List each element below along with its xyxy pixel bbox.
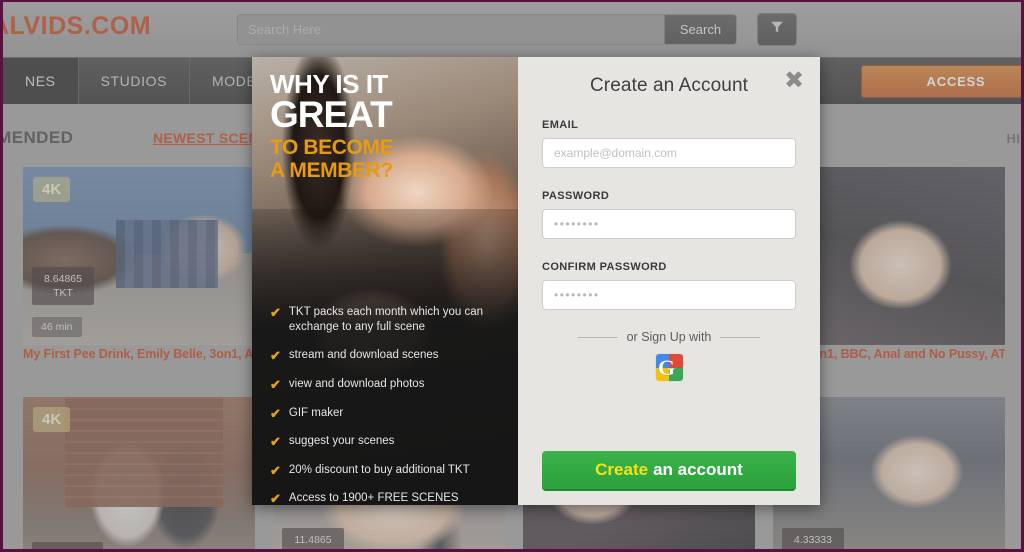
feature-label: stream and download scenes [288,349,439,362]
create-account-button[interactable]: Create an account [542,451,796,491]
check-icon: ✔ [270,305,281,320]
check-icon: ✔ [270,348,281,364]
promo-headline: WHY IS IT GREAT TO BECOME A MEMBER? [270,71,506,183]
feature-label: Access to 1900+ FREE SCENES [288,492,459,505]
check-icon: ✔ [270,491,281,505]
google-letter: G [657,355,676,380]
social-buttons: G [542,353,796,382]
feature-item: ✔ 20% discount to buy additional TKT [270,463,508,479]
google-icon[interactable]: G [654,353,684,382]
feature-label: TKT packs each month which you can excha… [288,306,484,334]
social-divider: or Sign Up with [542,330,796,344]
promo-panel: WHY IS IT GREAT TO BECOME A MEMBER? ✔ TK… [252,57,518,505]
browser-screenshot: ALVIDS.COM Search NES STUDIOS MODELS TAG… [0,0,1024,552]
feature-label: view and download photos [288,377,425,390]
password-field[interactable] [542,209,796,239]
feature-item: ✔ suggest your scenes [270,434,508,450]
check-icon: ✔ [270,405,281,421]
password-label: PASSWORD [542,190,610,202]
feature-label: suggest your scenes [288,435,395,448]
create-account-modal: WHY IS IT GREAT TO BECOME A MEMBER? ✔ TK… [252,57,820,505]
promo-feature-list: ✔ TKT packs each month which you can exc… [270,305,508,505]
divider-line-right [720,336,761,338]
feature-label: GIF maker [288,406,344,419]
check-icon: ✔ [270,434,281,450]
check-icon: ✔ [270,462,281,478]
confirm-password-label: CONFIRM PASSWORD [542,261,667,273]
promo-headline-line4: A MEMBER? [270,158,393,182]
check-icon: ✔ [270,376,281,392]
promo-headline-line2: GREAT [270,93,393,135]
email-field[interactable] [542,138,796,168]
feature-item: ✔ view and download photos [270,377,508,393]
feature-item: ✔ GIF maker [270,406,508,422]
close-icon[interactable]: ✖ [782,68,806,93]
submit-accent-text: Create [595,460,649,479]
signup-form-panel: Create an Account ✖ EMAIL PASSWORD CONFI… [518,57,820,505]
submit-rest-text: an account [653,460,743,479]
feature-item: ✔ Access to 1900+ FREE SCENES [270,491,508,505]
email-label: EMAIL [542,119,579,131]
promo-headline-line3: TO BECOME [270,136,394,160]
divider-line-left [577,336,618,338]
feature-item: ✔ stream and download scenes [270,348,508,364]
confirm-password-field[interactable] [542,280,796,310]
modal-title: Create an Account [589,75,749,96]
feature-item: ✔ TKT packs each month which you can exc… [270,305,508,335]
feature-label: 20% discount to buy additional TKT [288,463,470,476]
social-divider-label: or Sign Up with [626,330,712,344]
